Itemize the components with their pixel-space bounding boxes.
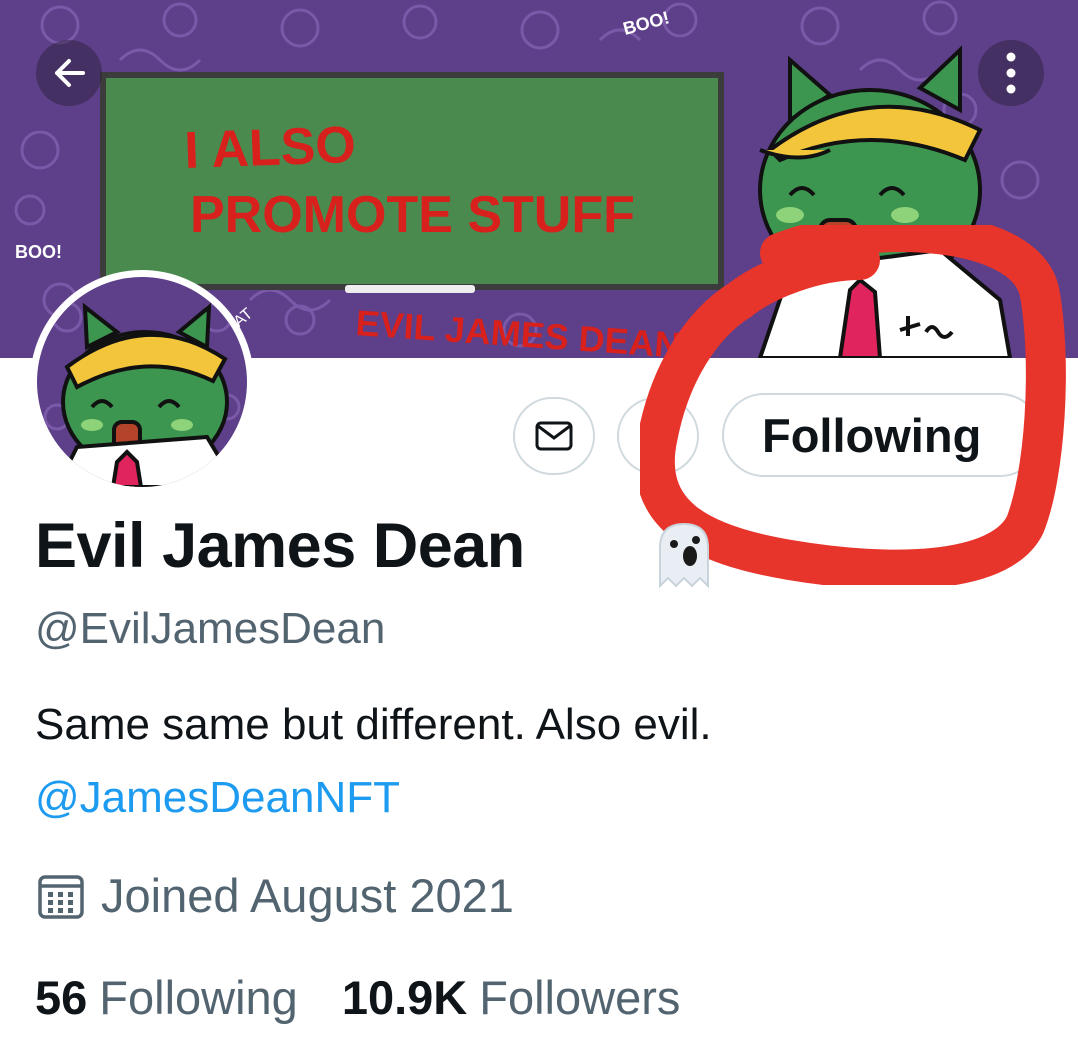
more-vertical-icon — [1006, 52, 1016, 94]
more-options-button[interactable] — [978, 40, 1044, 106]
followers-count-link[interactable]: 10.9K Followers — [342, 970, 681, 1025]
ghost-emoji-icon — [659, 522, 709, 588]
back-button[interactable] — [36, 40, 102, 106]
following-count-link[interactable]: 56 Following — [35, 970, 298, 1025]
board-text-line1: I ALSO — [183, 116, 356, 180]
doodle-boo-text: BOO! — [15, 242, 62, 262]
joined-date: Joined August 2021 — [35, 868, 514, 923]
envelope-icon — [535, 421, 573, 451]
avatar-image — [37, 277, 247, 487]
following-label: Following — [99, 971, 298, 1024]
board-text-line2: PROMOTE STUFF — [190, 186, 635, 244]
following-button[interactable]: Following — [722, 393, 1042, 477]
avatar[interactable] — [30, 270, 254, 494]
profile-stats: 56 Following 10.9K Followers — [35, 970, 680, 1025]
followers-count: 10.9K — [341, 971, 468, 1024]
profile-bio: Same same but different. Also evil. — [35, 700, 712, 749]
profile-handle: @EvilJamesDean — [35, 604, 386, 653]
following-count: 56 — [35, 971, 88, 1024]
calendar-icon — [38, 874, 84, 919]
notifications-button[interactable] — [617, 397, 699, 475]
display-name: Evil James Dean — [35, 511, 525, 581]
followers-label: Followers — [479, 971, 681, 1024]
arrow-left-icon — [55, 59, 85, 87]
joined-text: Joined August 2021 — [101, 869, 514, 922]
message-button[interactable] — [513, 397, 595, 475]
bio-mention-link[interactable]: @JamesDeanNFT — [35, 773, 400, 823]
bell-icon — [644, 419, 672, 453]
